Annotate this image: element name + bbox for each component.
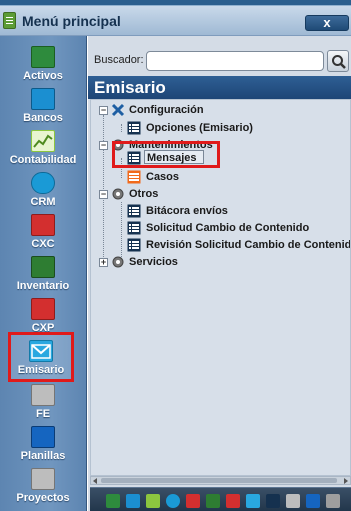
section-title: Emisario xyxy=(88,76,351,99)
envelope-icon xyxy=(29,340,53,362)
sidebar-item-activos[interactable]: Activos xyxy=(3,46,83,88)
search-button[interactable] xyxy=(327,50,349,72)
tree-node-servicios[interactable]: + Servicios xyxy=(91,254,350,271)
pencil-ruler-icon[interactable] xyxy=(326,494,340,508)
list-icon xyxy=(127,221,141,235)
tree-node-bitacora[interactable]: Bitácora envíos xyxy=(91,203,350,220)
money-out-icon[interactable] xyxy=(226,494,240,508)
gear-icon xyxy=(112,256,124,268)
stack-icon[interactable] xyxy=(306,494,320,508)
module-sidebar: Activos Bancos Contabilidad CRM CXC Inve… xyxy=(0,36,87,511)
ledger-icon[interactable] xyxy=(106,494,120,508)
window-title: Menú principal xyxy=(22,13,121,29)
envelope-icon[interactable] xyxy=(246,494,260,508)
sidebar-item-planillas[interactable]: Planillas xyxy=(3,426,83,468)
briefcase-icon[interactable] xyxy=(126,494,140,508)
tree-node-solicitud[interactable]: Solicitud Cambio de Contenido xyxy=(91,220,350,237)
collapse-toggle[interactable]: − xyxy=(99,141,108,150)
tree-node-revision[interactable]: Revisión Solicitud Cambio de Contenido xyxy=(91,237,350,254)
horizontal-scrollbar[interactable] xyxy=(90,476,351,485)
sidebar-item-emisario[interactable]: Emisario xyxy=(8,332,74,382)
scroll-thumb[interactable] xyxy=(101,478,337,483)
globe-icon[interactable] xyxy=(166,494,180,508)
sidebar-item-crm[interactable]: CRM xyxy=(3,172,83,214)
selection-highlight xyxy=(112,141,220,168)
chart-icon xyxy=(31,130,55,152)
content-panel: Buscador: Emisario − Configuración Opcio… xyxy=(88,36,351,511)
search-input[interactable] xyxy=(146,51,324,71)
close-button[interactable]: x xyxy=(305,15,349,31)
list-icon xyxy=(127,238,141,252)
tree-node-configuracion[interactable]: − Configuración xyxy=(91,102,350,119)
quick-launch-bar xyxy=(90,487,351,511)
search-icon xyxy=(332,55,346,69)
search-label: Buscador: xyxy=(94,54,144,66)
pencil-ruler-icon xyxy=(31,468,55,490)
stack-icon xyxy=(31,426,55,448)
sidebar-item-bancos[interactable]: Bancos xyxy=(3,88,83,130)
sidebar-item-contabilidad[interactable]: Contabilidad xyxy=(3,130,83,172)
tree-node-opciones[interactable]: Opciones (Emisario) xyxy=(91,120,350,137)
worker-icon[interactable] xyxy=(206,494,220,508)
money-icon[interactable] xyxy=(186,494,200,508)
sidebar-item-inventario[interactable]: Inventario xyxy=(3,256,83,298)
menu-tree: − Configuración Opciones (Emisario) − Ma… xyxy=(90,99,351,476)
gear-icon xyxy=(112,188,124,200)
tools-icon[interactable] xyxy=(286,494,300,508)
list-icon xyxy=(127,204,141,218)
money-icon xyxy=(31,214,55,236)
list-icon xyxy=(127,170,141,184)
menu-icon xyxy=(3,12,16,29)
list-icon[interactable] xyxy=(266,494,280,508)
tree-node-otros[interactable]: − Otros xyxy=(91,186,350,203)
tree-node-casos[interactable]: Casos xyxy=(91,169,350,186)
worker-icon xyxy=(31,256,55,278)
briefcase-icon xyxy=(31,88,55,110)
sidebar-item-cxc[interactable]: CXC xyxy=(3,214,83,256)
tools-icon xyxy=(111,103,125,117)
chart-icon[interactable] xyxy=(146,494,160,508)
window-titlebar: Menú principal x xyxy=(0,6,351,36)
money-out-icon xyxy=(31,298,55,320)
ledger-icon xyxy=(31,46,55,68)
scroll-left-icon[interactable] xyxy=(93,478,97,484)
collapse-toggle[interactable]: − xyxy=(99,190,108,199)
search-bar: Buscador: xyxy=(88,50,351,72)
collapse-toggle[interactable]: − xyxy=(99,106,108,115)
expand-toggle[interactable]: + xyxy=(99,258,108,267)
sidebar-item-fe[interactable]: FE xyxy=(3,384,83,426)
globe-icon xyxy=(31,172,55,194)
scroll-right-icon[interactable] xyxy=(344,478,348,484)
list-icon xyxy=(127,121,141,135)
tools-icon xyxy=(31,384,55,406)
sidebar-item-proyectos[interactable]: Proyectos xyxy=(3,468,83,510)
